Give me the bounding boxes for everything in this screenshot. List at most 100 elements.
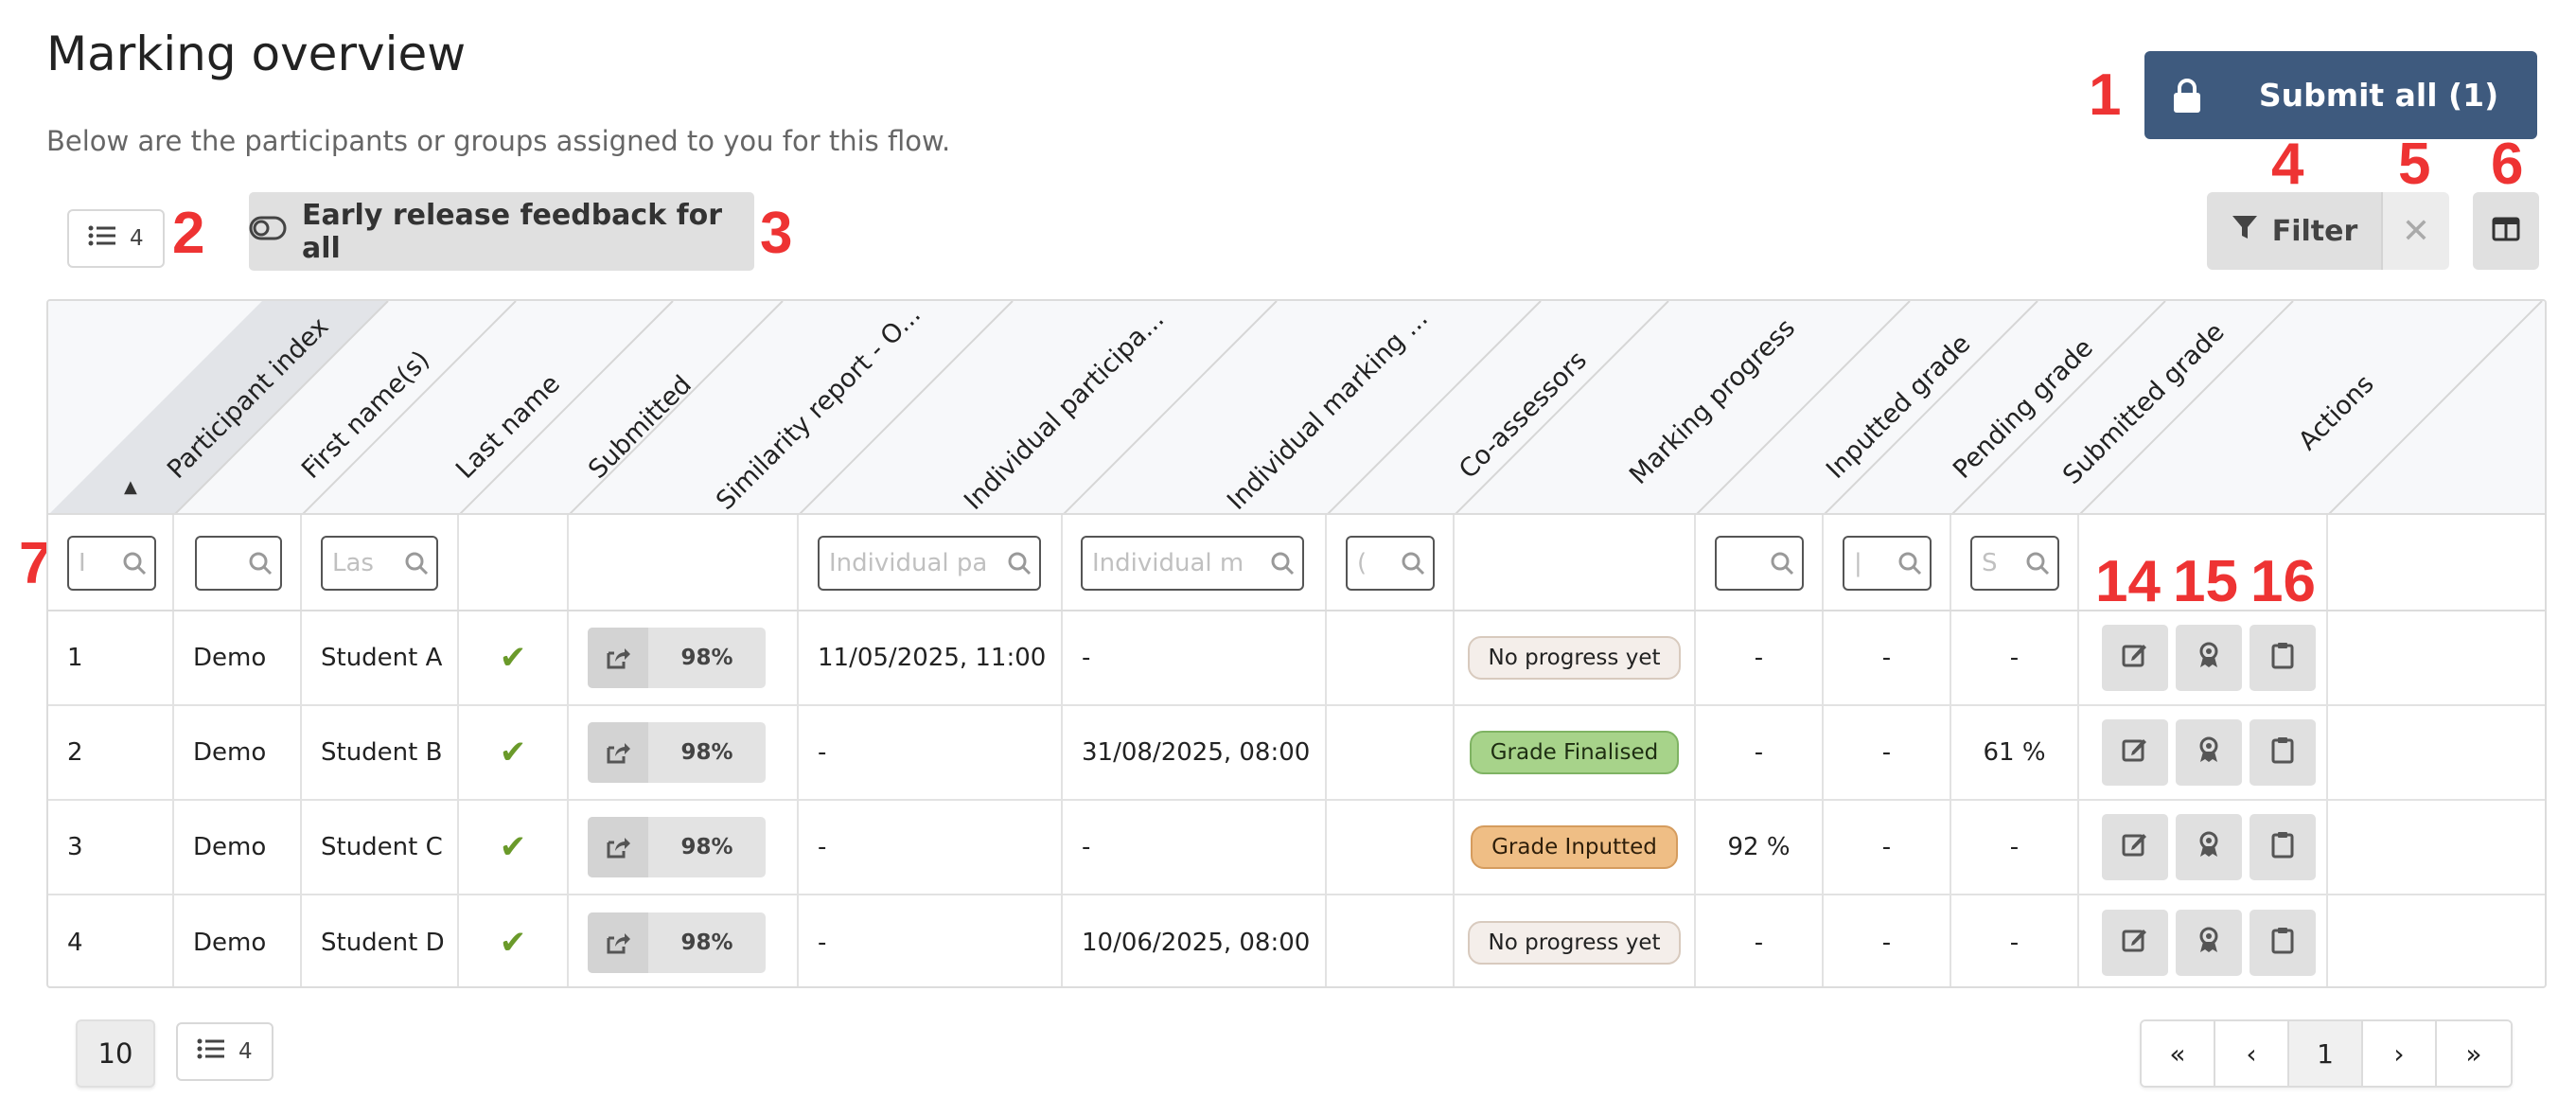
submit-all-button[interactable]: Submit all (1)	[2144, 51, 2537, 139]
cell-submitted: ✔	[459, 611, 569, 704]
list-icon	[197, 1037, 225, 1066]
cell-individual-marking: 31/08/2025, 08:00	[1063, 706, 1327, 799]
cell-inputted-grade-text: -	[1754, 644, 1764, 672]
cell-last-name-text: Student B	[321, 738, 443, 767]
similarity-score: 98%	[680, 646, 733, 670]
search-icon	[122, 551, 147, 579]
filter-cell-index: I	[48, 515, 174, 610]
cell-co-assessors	[1327, 706, 1455, 799]
prev-page-button[interactable]: ‹	[2215, 1021, 2289, 1086]
cell-individual-marking: -	[1063, 801, 1327, 894]
filter-input-co-assessors[interactable]: (	[1346, 536, 1435, 591]
cell-first-name: Demo	[174, 706, 302, 799]
award-icon	[2197, 926, 2221, 961]
similarity-report-button[interactable]: 98%	[588, 817, 766, 877]
cell-pending-grade-text: -	[1881, 644, 1892, 672]
filter-cell-progress	[1455, 515, 1696, 610]
cell-index-text: 1	[67, 644, 83, 672]
search-icon	[1401, 551, 1425, 579]
grade-button[interactable]	[2176, 625, 2242, 691]
share-icon	[588, 817, 648, 877]
check-icon: ✔	[499, 639, 527, 677]
annotation-16: 16	[2250, 549, 2316, 614]
search-icon	[404, 551, 429, 579]
early-release-label: Early release feedback for all	[302, 198, 723, 265]
first-page-button[interactable]: «	[2142, 1021, 2215, 1086]
cell-individual-participant: 11/05/2025, 11:00	[799, 611, 1063, 704]
cell-first-name: Demo	[174, 895, 302, 986]
early-release-button[interactable]: Early release feedback for all	[249, 192, 754, 271]
row-count-value: 4	[130, 226, 144, 251]
annotation-3: 3	[760, 201, 793, 266]
similarity-report-button[interactable]: 98%	[588, 722, 766, 783]
columns-toggle-button[interactable]	[2473, 192, 2539, 270]
cell-index-text: 2	[67, 738, 83, 767]
cell-first-name-text: Demo	[193, 833, 267, 861]
annotation-15: 15	[2173, 549, 2238, 614]
search-icon	[1897, 551, 1922, 579]
cell-first-name-text: Demo	[193, 929, 267, 957]
last-page-button[interactable]: »	[2437, 1021, 2511, 1086]
funnel-icon	[2231, 213, 2259, 249]
cell-pending-grade-text: -	[1881, 738, 1892, 767]
cell-submitted-grade-text: -	[2009, 833, 2020, 861]
filter-input-submitted-grade[interactable]: S	[1970, 536, 2059, 591]
edit-button[interactable]	[2102, 625, 2168, 691]
current-page-button[interactable]: 1	[2289, 1021, 2363, 1086]
cell-co-assessors	[1327, 895, 1455, 986]
cell-similarity: 98%	[569, 706, 799, 799]
edit-button[interactable]	[2102, 814, 2168, 880]
annotation-5: 5	[2398, 132, 2431, 197]
search-icon	[2025, 551, 2050, 579]
cell-index-text: 4	[67, 929, 83, 957]
grade-button[interactable]	[2176, 910, 2242, 976]
filter-input-first[interactable]	[195, 536, 282, 591]
filter-input-last[interactable]: Las	[321, 536, 438, 591]
filter-input-pending[interactable]: |	[1843, 536, 1932, 591]
cell-individual-participant: -	[799, 895, 1063, 986]
edit-button[interactable]	[2102, 910, 2168, 976]
filter-input-ind-participant[interactable]: Individual pa	[818, 536, 1041, 591]
filter-label: Filter	[2271, 214, 2358, 248]
toggle-icon	[249, 215, 287, 248]
cell-individual-participant: -	[799, 801, 1063, 894]
similarity-report-button[interactable]: 98%	[588, 912, 766, 973]
clipboard-button[interactable]	[2250, 814, 2316, 880]
grade-button[interactable]	[2176, 814, 2242, 880]
clipboard-button[interactable]	[2250, 719, 2316, 786]
clipboard-button[interactable]	[2250, 910, 2316, 976]
page-title: Marking overview	[46, 27, 467, 81]
cell-last-name-text: Student D	[321, 929, 445, 957]
share-icon	[588, 912, 648, 973]
similarity-report-button[interactable]: 98%	[588, 628, 766, 688]
clipboard-button[interactable]	[2250, 625, 2316, 691]
next-page-button[interactable]: ›	[2363, 1021, 2437, 1086]
row-count-chip[interactable]: 4	[67, 209, 165, 268]
cell-first-name: Demo	[174, 611, 302, 704]
cell-submitted-grade: -	[1951, 895, 2079, 986]
page-size-select[interactable]: 10	[76, 1019, 155, 1088]
edit-icon	[2121, 641, 2149, 676]
total-count-chip: 4	[176, 1022, 273, 1081]
lock-icon	[2144, 78, 2230, 114]
edit-button[interactable]	[2102, 719, 2168, 786]
filter-input-index[interactable]: I	[67, 536, 156, 591]
cell-inputted-grade: -	[1696, 706, 1824, 799]
sort-asc-icon[interactable]: ▲	[124, 477, 137, 497]
cell-co-assessors	[1327, 611, 1455, 704]
status-badge: No progress yet	[1467, 636, 1682, 680]
cell-actions	[2079, 706, 2328, 799]
filter-button[interactable]: Filter	[2207, 192, 2381, 270]
check-icon: ✔	[499, 924, 527, 962]
clear-filter-button[interactable]: ✕	[2381, 192, 2449, 270]
filter-cell-submitted-grade: S	[1951, 515, 2079, 610]
table-row: 3 Demo Student C ✔ 98% - - Grade Inputted 92 % - -	[48, 801, 2545, 895]
cell-last-name-text: Student A	[321, 644, 443, 672]
check-icon: ✔	[499, 828, 527, 866]
filter-input-ind-marking[interactable]: Individual m	[1081, 536, 1304, 591]
cell-actions	[2079, 611, 2328, 704]
filter-input-inputted[interactable]	[1715, 536, 1804, 591]
grade-button[interactable]	[2176, 719, 2242, 786]
cell-individual-marking: -	[1063, 611, 1327, 704]
cell-submitted-grade: -	[1951, 611, 2079, 704]
